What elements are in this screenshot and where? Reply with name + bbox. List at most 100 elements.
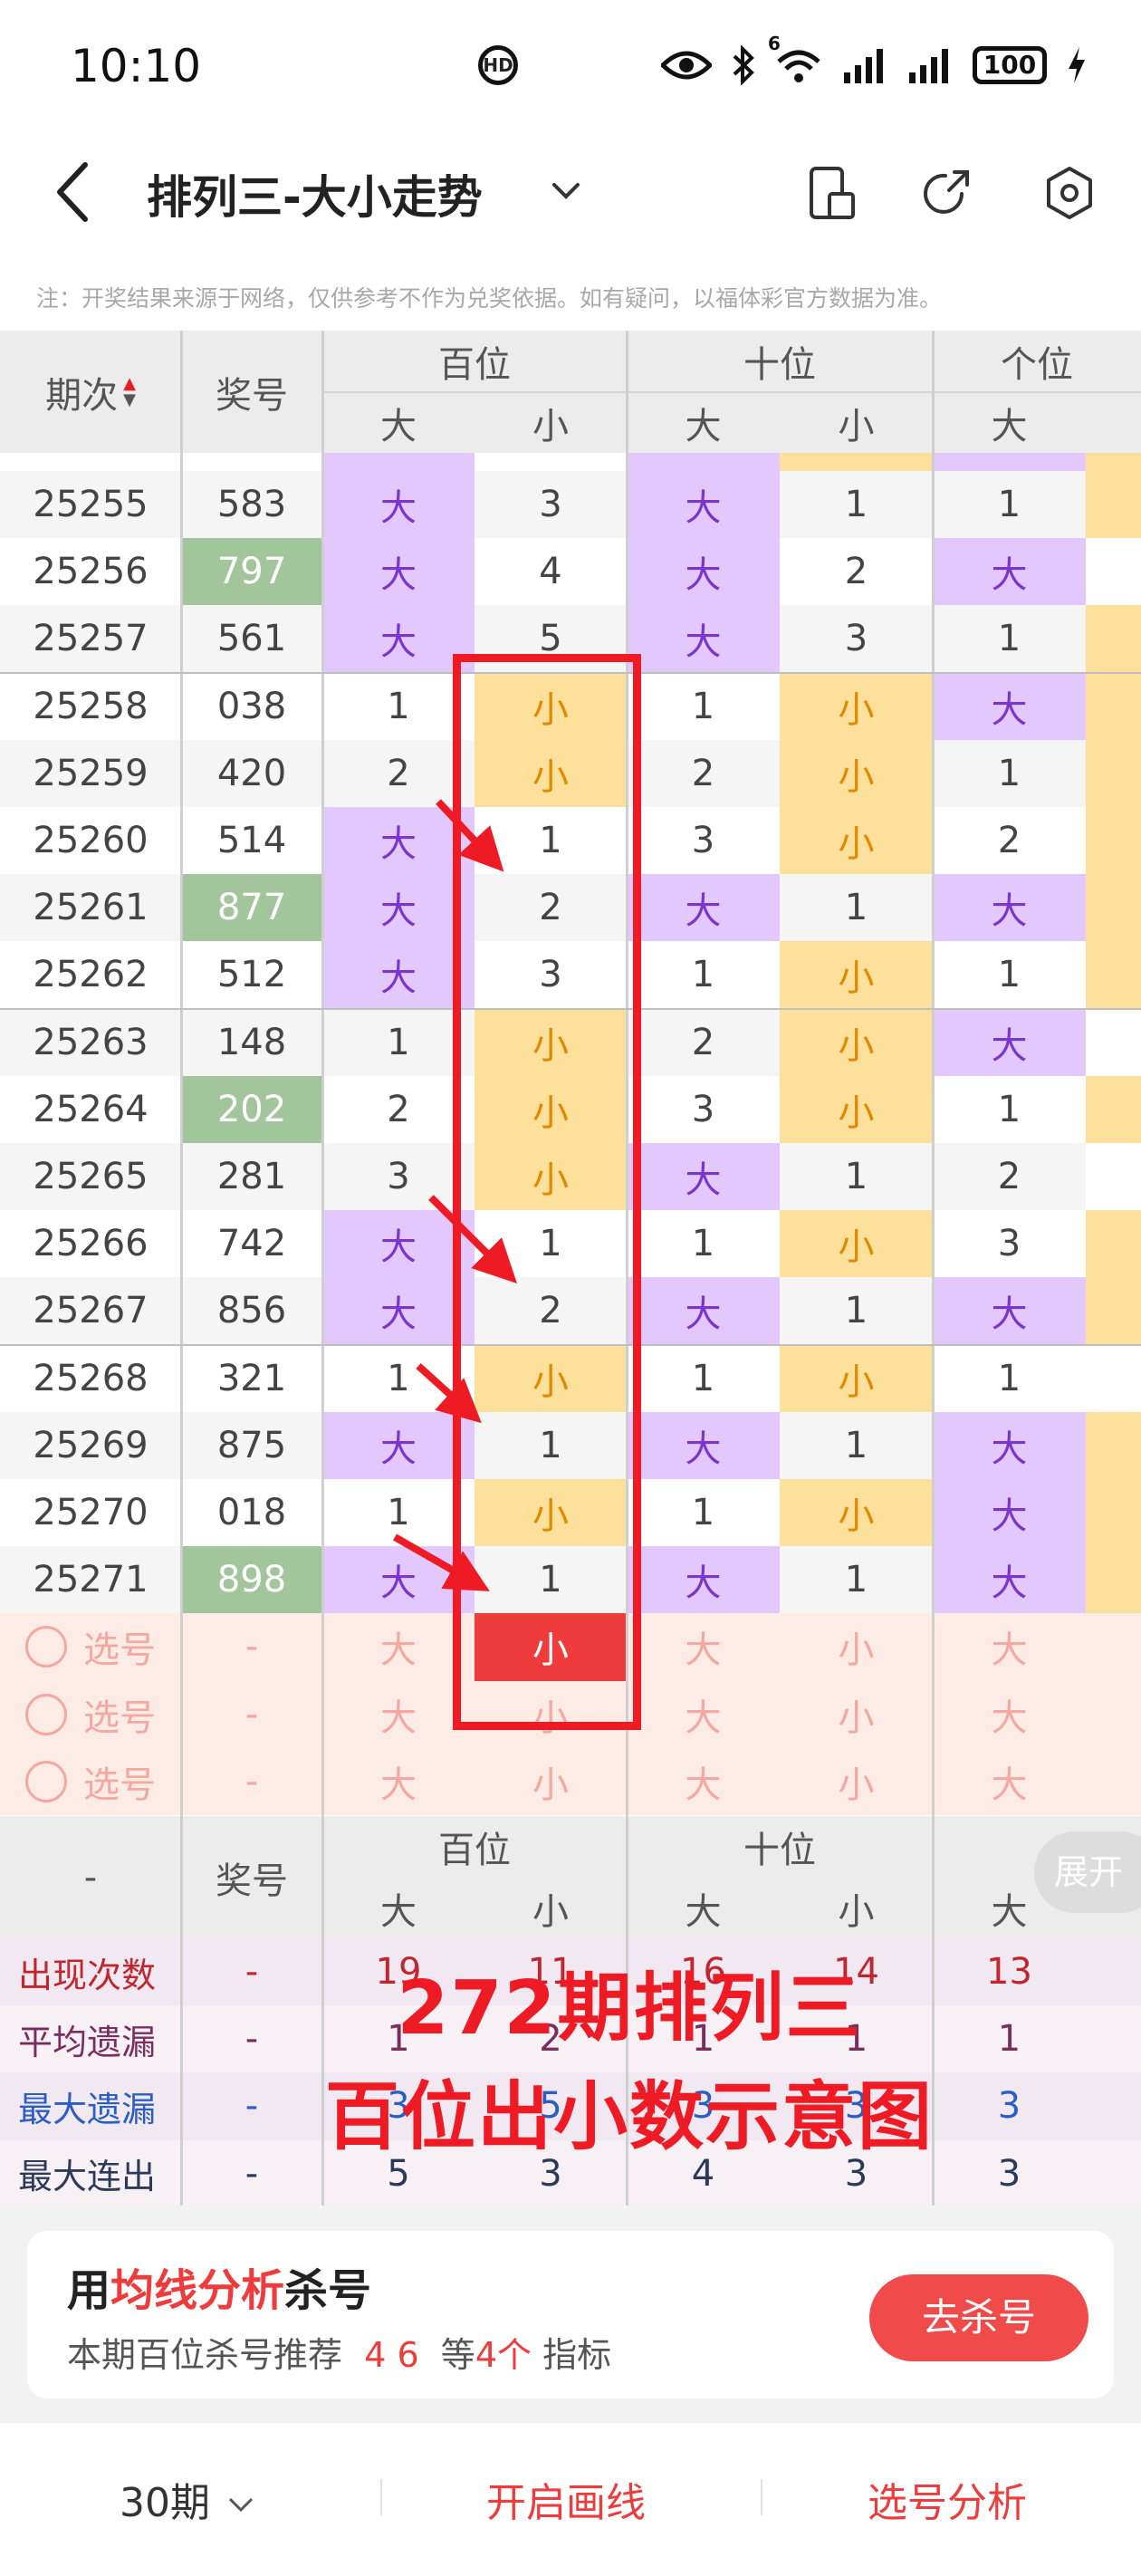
radio-circle-icon[interactable]: [25, 1693, 67, 1735]
kill-number-button[interactable]: 去杀号: [869, 2274, 1088, 2361]
pick-cell[interactable]: 大: [933, 1748, 1086, 1815]
status-bar: 10:10 HD 6 100: [0, 0, 1141, 136]
pick-row-label[interactable]: 选号: [0, 1613, 181, 1680]
status-icons: 6 100: [661, 33, 1087, 85]
wifi-badge: 6: [768, 33, 781, 54]
column-divider: [180, 331, 183, 1816]
overlay-caption-line1: 272期排列三: [397, 1966, 862, 2052]
share-icon[interactable]: [916, 163, 976, 223]
pick-cell[interactable]: 大: [627, 1681, 780, 1748]
trend-cell-clipped: [1086, 874, 1141, 942]
page-title[interactable]: 排列三-大小走势: [147, 161, 483, 226]
sub-header-small: 小: [532, 405, 569, 447]
trend-cell: 大: [322, 1411, 475, 1479]
pick-row-label[interactable]: 选号: [0, 1681, 181, 1748]
trend-cell: 大: [322, 807, 475, 875]
trend-cell: 大: [627, 471, 780, 539]
radio-circle-icon[interactable]: [25, 1760, 67, 1802]
trend-cell: 1: [627, 1210, 780, 1278]
pick-dash: -: [244, 1693, 259, 1735]
back-arrow-icon[interactable]: [47, 156, 101, 228]
pick-cell[interactable]: 小: [780, 1748, 933, 1815]
stats-sub-big: 大: [380, 1890, 417, 1933]
col-header-period[interactable]: 期次 ▲ ▼: [0, 331, 181, 453]
trend-cell-clipped: [1086, 471, 1141, 539]
pick-cell[interactable]: 大: [322, 1748, 475, 1815]
trend-cell-clipped: [1086, 1479, 1141, 1547]
trend-cell: 1: [933, 1344, 1086, 1412]
pick-cell[interactable]: 小: [475, 1748, 627, 1815]
trend-cell-clipped: [1086, 1210, 1141, 1278]
promo-sub-numbers: 4 6: [364, 2335, 419, 2375]
settings-icon[interactable]: [1040, 163, 1099, 223]
trend-cell: 1: [933, 471, 1086, 539]
number-cell: 018: [181, 1479, 322, 1547]
pick-row-label[interactable]: 选号: [0, 1748, 181, 1815]
partial-row-cell: [780, 453, 933, 471]
disclaimer-notice: 注：开奖结果来源于网络，仅供参考不作为兑奖依据。如有疑问，以福体彩官方数据为准。: [36, 285, 943, 312]
trend-cell: 1: [627, 941, 780, 1009]
column-divider: [321, 331, 324, 1816]
trend-cell-clipped: [1086, 1411, 1141, 1479]
promo-title-suffix: 杀号: [284, 2265, 372, 2316]
stats-header-dash: -: [83, 1856, 98, 1898]
trend-cell: 大: [322, 1546, 475, 1614]
period-selector[interactable]: 30期: [120, 2470, 259, 2528]
trend-cell-clipped: [1086, 941, 1141, 1009]
pick-label: 选号: [83, 1764, 156, 1806]
pick-cell[interactable]: 大: [627, 1613, 780, 1680]
chevron-down-icon: [228, 2497, 254, 2513]
trend-cell-clipped: [1086, 1143, 1141, 1211]
col-header-period-label: 期次: [45, 374, 119, 417]
bluetooth-icon: [733, 45, 754, 85]
sort-icon[interactable]: ▲ ▼: [123, 375, 136, 409]
promo-card[interactable]: 用均线分析杀号 本期百位杀号推荐 4 6 等4个 指标 去杀号: [27, 2231, 1114, 2398]
pick-cell[interactable]: 小: [780, 1681, 933, 1748]
promo-sub-suffix: 指标: [542, 2335, 612, 2375]
pick-dash: -: [244, 1760, 259, 1802]
trend-cell: 大: [322, 1210, 475, 1278]
trend-cell: 4: [475, 538, 627, 606]
trend-cell: 小: [780, 1075, 933, 1143]
pick-cell[interactable]: 大: [933, 1681, 1086, 1748]
stats-sub-small: 小: [838, 1890, 875, 1933]
trend-cell: 大: [933, 1277, 1086, 1345]
pick-cell[interactable]: 大: [322, 1681, 475, 1748]
pick-cell[interactable]: 大: [933, 1613, 1086, 1680]
number-cell: 797: [181, 538, 322, 606]
trend-cell: 1: [322, 1344, 475, 1412]
trend-cell: 大: [627, 1546, 780, 1614]
title-bar: 排列三-大小走势: [0, 136, 1141, 249]
trend-cell: 3: [475, 471, 627, 539]
period-cell: 25260: [0, 807, 181, 875]
pick-cell[interactable]: 大: [627, 1748, 780, 1815]
promo-title-prefix: 用: [67, 2265, 111, 2316]
number-cell: 321: [181, 1344, 322, 1412]
expand-button[interactable]: 展开: [1034, 1831, 1141, 1913]
chevron-down-icon[interactable]: [543, 168, 589, 214]
pick-cell[interactable]: 小: [780, 1613, 933, 1680]
trend-cell: 大: [322, 874, 475, 942]
trend-cell: 1: [780, 471, 933, 539]
promo-subtitle: 本期百位杀号推荐 4 6 等4个 指标: [67, 2327, 611, 2377]
trend-cell: 大: [933, 874, 1086, 942]
signal-icon: [844, 49, 883, 83]
trend-cell: 1: [780, 874, 933, 942]
trend-cell: 3: [322, 1143, 475, 1211]
number-cell: 875: [181, 1411, 322, 1479]
phone-layout-icon[interactable]: [802, 163, 862, 223]
stats-sub-small: 小: [532, 1890, 569, 1933]
trend-cell: 大: [627, 1143, 780, 1211]
trend-cell: 小: [780, 1344, 933, 1412]
trend-cell: 大: [322, 471, 475, 539]
radio-circle-icon[interactable]: [25, 1626, 67, 1668]
eye-icon: [661, 51, 712, 80]
period-cell: 25258: [0, 672, 181, 740]
group-header: 十位: [743, 344, 816, 386]
number-cell: 038: [181, 672, 322, 740]
trend-cell: 1: [627, 1344, 780, 1412]
trend-cell: 大: [933, 1479, 1086, 1547]
draw-line-button[interactable]: 开启画线: [486, 2470, 646, 2528]
number-analysis-button[interactable]: 选号分析: [868, 2470, 1027, 2528]
pick-cell[interactable]: 大: [322, 1613, 475, 1680]
